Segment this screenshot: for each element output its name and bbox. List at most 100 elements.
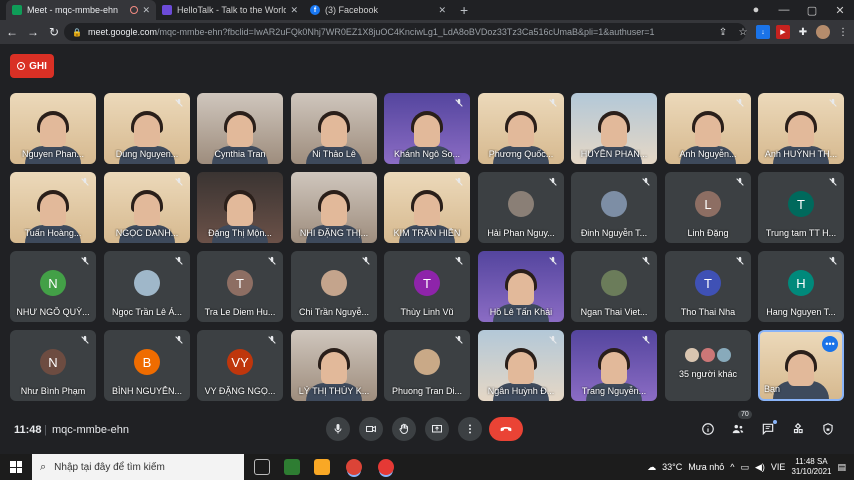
- participant-tile[interactable]: Hồ Lê Tấn Khải: [478, 251, 564, 322]
- meeting-details-button[interactable]: [699, 420, 717, 438]
- participant-tile[interactable]: Cynthia Tran: [197, 93, 283, 164]
- participant-tile[interactable]: Ni Thảo Lê: [291, 93, 377, 164]
- taskbar-clock[interactable]: 11:48 SA 31/10/2021: [791, 457, 831, 477]
- unread-dot-icon: [773, 420, 777, 424]
- activities-button[interactable]: [789, 420, 807, 438]
- chrome-profile-icon[interactable]: [378, 459, 394, 475]
- task-view-icon[interactable]: [254, 459, 270, 475]
- participant-tile[interactable]: L Linh Đặng: [665, 172, 751, 243]
- close-icon[interactable]: ✕: [142, 5, 150, 16]
- chrome-icon[interactable]: [346, 459, 362, 475]
- end-call-icon: [500, 427, 512, 432]
- minimize-button[interactable]: —: [770, 4, 798, 16]
- people-button[interactable]: [729, 420, 747, 438]
- present-screen-button[interactable]: [425, 417, 449, 441]
- participant-tile[interactable]: Phương Quốc...: [478, 93, 564, 164]
- tab-title: HelloTalk - Talk to the World: [177, 5, 287, 15]
- reload-icon[interactable]: ↻: [45, 25, 63, 39]
- weather-description[interactable]: Mưa nhỏ: [688, 462, 724, 472]
- input-language[interactable]: VIE: [771, 462, 786, 472]
- file-explorer-icon[interactable]: [314, 459, 330, 475]
- end-call-button[interactable]: [489, 417, 523, 441]
- tab-facebook[interactable]: f (3) Facebook ✕: [304, 0, 452, 20]
- participant-tile[interactable]: Đặng Thị Mộn...: [197, 172, 283, 243]
- participant-tile[interactable]: Ngọc Trần Lê Á...: [104, 251, 190, 322]
- participant-tile[interactable]: T Tho Thai Nha: [665, 251, 751, 322]
- participant-tile[interactable]: T Trung tam TT H...: [758, 172, 844, 243]
- participant-tile[interactable]: NHI ĐẶNG THỊ...: [291, 172, 377, 243]
- participant-tile[interactable]: B BÌNH NGUYỄN...: [104, 330, 190, 401]
- store-icon[interactable]: [284, 459, 300, 475]
- url-domain: meet.google.com: [87, 27, 158, 37]
- maximize-button[interactable]: ▢: [798, 4, 826, 17]
- extension-red-icon[interactable]: ▶: [776, 25, 790, 39]
- mini-avatar: [701, 348, 715, 362]
- participant-tile[interactable]: Phuong Tran Di...: [384, 330, 470, 401]
- windows-start-icon[interactable]: [10, 461, 22, 473]
- share-icon[interactable]: ⇪: [716, 25, 730, 39]
- mic-off-icon: [548, 256, 558, 266]
- raise-hand-button[interactable]: [392, 417, 416, 441]
- tab-hellotalk[interactable]: HelloTalk - Talk to the World ✕: [156, 0, 304, 20]
- clock-date: 31/10/2021: [791, 467, 832, 476]
- tab-search-icon[interactable]: ●: [742, 4, 770, 16]
- participant-tile[interactable]: T Tra Le Diem Hu...: [197, 251, 283, 322]
- others-avatars: [685, 348, 731, 362]
- participant-tile[interactable]: Tuấn Hoàng...: [10, 172, 96, 243]
- participant-tile[interactable]: NGỌC DANH...: [104, 172, 190, 243]
- participant-tile[interactable]: Ngân Huỳnh Đ...: [478, 330, 564, 401]
- meeting-time: 11:48: [14, 424, 42, 436]
- camera-icon: [366, 425, 376, 433]
- participant-tile[interactable]: Chi Trần Nguyễ...: [291, 251, 377, 322]
- notification-icon[interactable]: ▤: [837, 462, 846, 473]
- participant-name: Cynthia Tran: [214, 149, 266, 159]
- taskbar-search-box[interactable]: ⌕ Nhập tại đây để tìm kiếm: [32, 454, 244, 480]
- mic-off-icon: [735, 256, 745, 266]
- close-icon[interactable]: ✕: [438, 5, 446, 16]
- participant-tile[interactable]: Dung Nguyen...: [104, 93, 190, 164]
- participant-tile[interactable]: N NHƯ NGÔ QUỲ...: [10, 251, 96, 322]
- address-bar[interactable]: 🔒 meet.google.com/mqc-mmbe-ehn?fbclid=Iw…: [64, 23, 746, 41]
- weather-temperature[interactable]: 33°C: [662, 462, 682, 472]
- new-tab-button[interactable]: +: [460, 0, 468, 20]
- participant-tile[interactable]: H Hang Nguyen T...: [758, 251, 844, 322]
- profile-avatar[interactable]: [816, 25, 830, 39]
- forward-arrow-icon[interactable]: →: [24, 25, 42, 39]
- participant-tile[interactable]: Nguyen Phan...: [10, 93, 96, 164]
- camera-button[interactable]: [359, 417, 383, 441]
- tile-more-options-icon[interactable]: •••: [822, 336, 838, 352]
- participant-tile[interactable]: Anh Nguyễn...: [665, 93, 751, 164]
- participant-name: NGỌC DANH...: [115, 228, 179, 238]
- participant-tile[interactable]: Anh HUỲNH TH...: [758, 93, 844, 164]
- tab-meet[interactable]: Meet - mqc-mmbe-ehn ✕: [6, 0, 156, 20]
- close-icon[interactable]: ✕: [290, 5, 298, 16]
- meeting-toolbar: 11:48 | mqc-mmbe-ehn 70: [0, 410, 854, 454]
- more-options-button[interactable]: [458, 417, 482, 441]
- back-arrow-icon[interactable]: ←: [3, 25, 21, 39]
- participant-tile[interactable]: Trang Nguyễn...: [571, 330, 657, 401]
- microphone-button[interactable]: [326, 417, 350, 441]
- more-menu-icon[interactable]: ⋮: [836, 25, 850, 39]
- star-icon[interactable]: ☆: [736, 25, 750, 39]
- record-button[interactable]: GHI: [10, 54, 54, 78]
- chevron-up-icon[interactable]: ^: [730, 462, 734, 472]
- participant-tile[interactable]: Ngan Thai Viet...: [571, 251, 657, 322]
- participant-tile[interactable]: Hải Phan Nguy...: [478, 172, 564, 243]
- participant-tile[interactable]: N Như Bình Phạm: [10, 330, 96, 401]
- host-controls-button[interactable]: [819, 420, 837, 438]
- volume-icon[interactable]: ◀): [755, 462, 765, 473]
- close-window-button[interactable]: ✕: [826, 4, 854, 17]
- participant-tile[interactable]: Đinh Nguyễn T...: [571, 172, 657, 243]
- participant-tile[interactable]: KIM TRẦN HIỀN: [384, 172, 470, 243]
- chat-button[interactable]: [759, 420, 777, 438]
- participant-tile[interactable]: VY VY ĐẶNG NGỌ...: [197, 330, 283, 401]
- others-tile[interactable]: 35 người khác: [665, 330, 751, 401]
- network-icon[interactable]: ▭: [740, 462, 749, 473]
- participant-tile[interactable]: Khánh Ngô So...: [384, 93, 470, 164]
- extension-blue-icon[interactable]: ↓: [756, 25, 770, 39]
- self-tile[interactable]: ••• Bạn: [758, 330, 844, 401]
- puzzle-extensions-icon[interactable]: ✚: [796, 25, 810, 39]
- participant-tile[interactable]: T Thùy Linh Vũ: [384, 251, 470, 322]
- participant-tile[interactable]: LÝ THỊ THÚY K...: [291, 330, 377, 401]
- participant-tile[interactable]: HUYỀN PHAN...: [571, 93, 657, 164]
